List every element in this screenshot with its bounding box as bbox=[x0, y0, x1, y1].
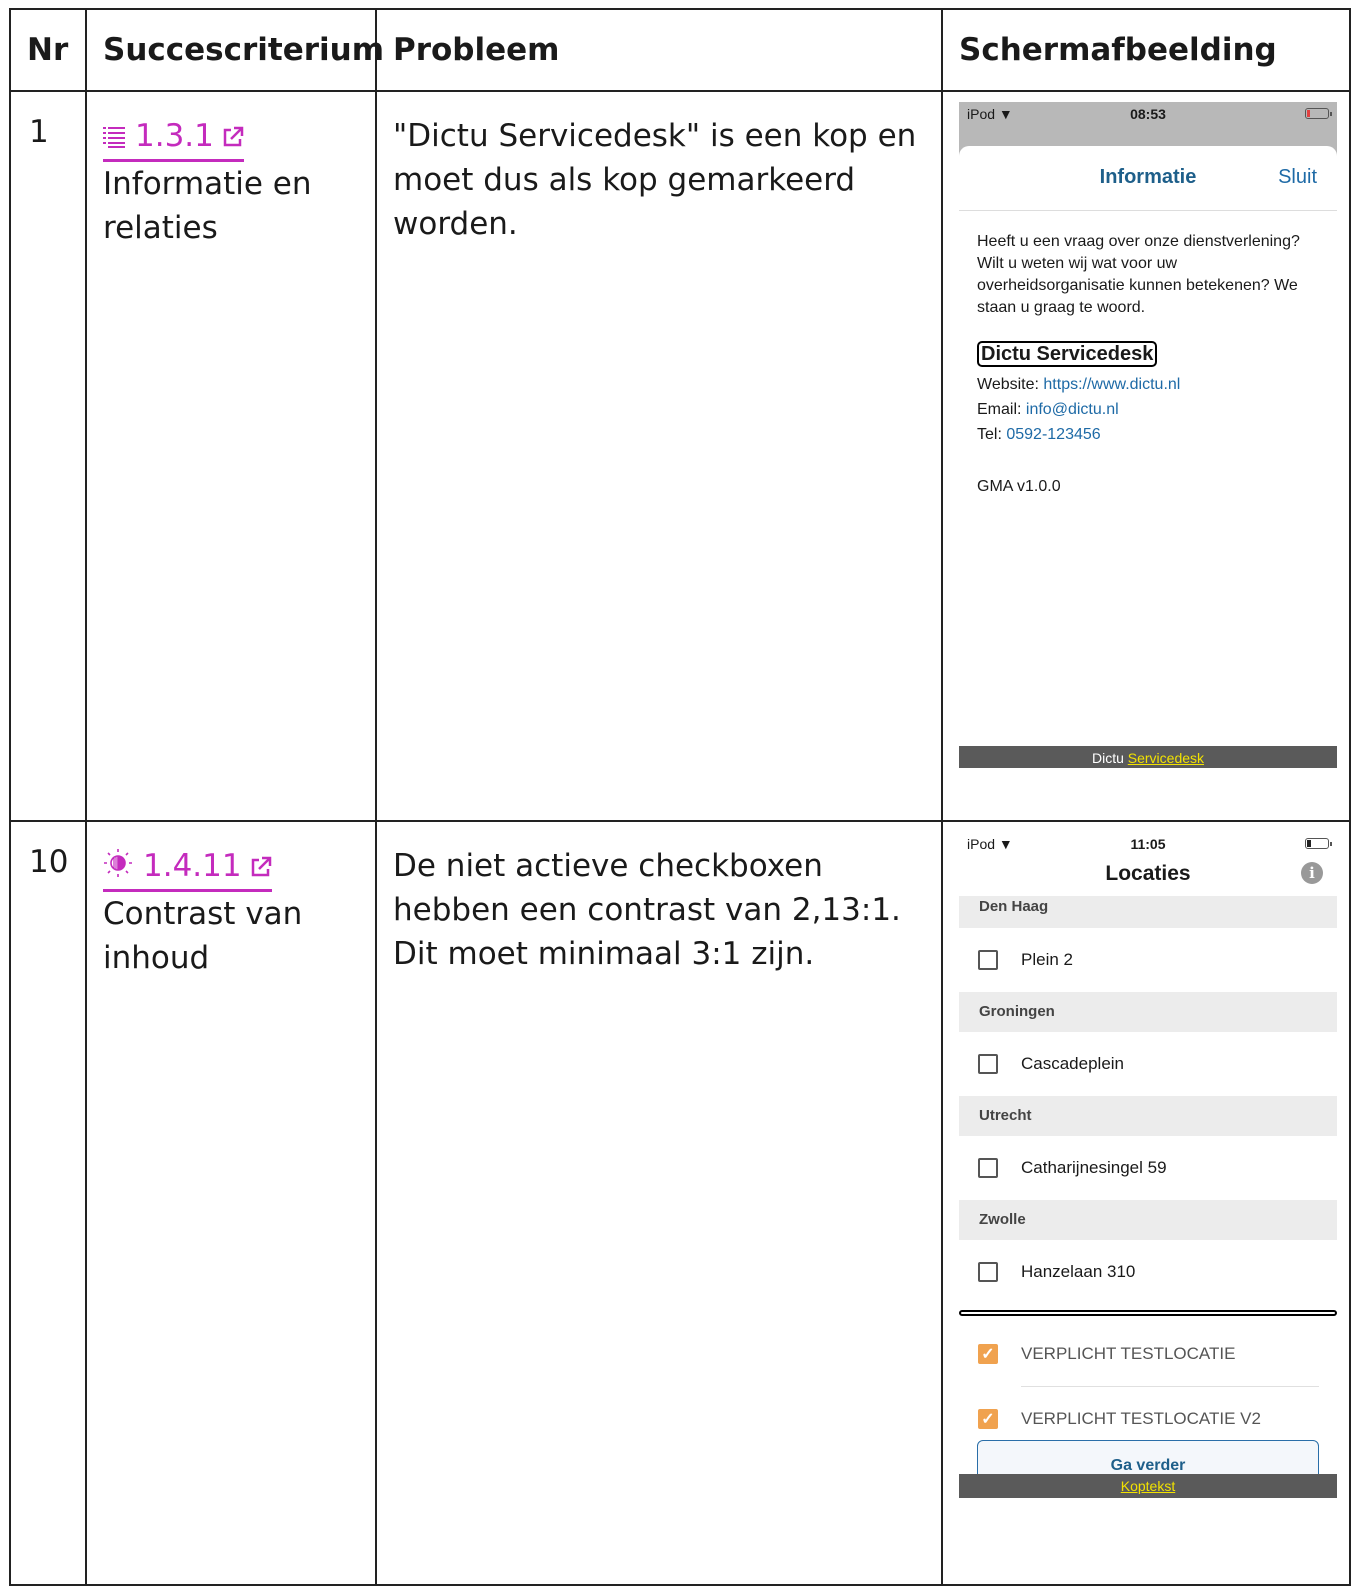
external-link-icon bbox=[250, 849, 272, 887]
intro-text: Heeft u een vraag over onze dienstverlen… bbox=[977, 233, 1300, 316]
battery-icon bbox=[1305, 108, 1332, 119]
section-header: Den Haag bbox=[959, 896, 1337, 928]
phone-screenshot-locations: iPod ▼ 11:05 Locaties i Den Haag Plein 2… bbox=[959, 832, 1337, 1522]
list-item[interactable]: Catharijnesingel 59 bbox=[959, 1136, 1337, 1200]
status-time: 08:53 bbox=[1130, 106, 1166, 122]
criterion-link[interactable]: 1.4.11 bbox=[103, 847, 272, 892]
tel-link[interactable]: 0592-123456 bbox=[1006, 426, 1100, 443]
header-problem: Probleem bbox=[375, 8, 943, 92]
row-number: 10 bbox=[9, 820, 87, 1586]
criterion-name: Contrast van inhoud bbox=[103, 896, 303, 976]
website-row: Website: https://www.dictu.nl bbox=[977, 376, 1181, 393]
phone-screenshot-info: iPod ▼ 08:53 Informatie Sluit Heeft u ee… bbox=[959, 102, 1337, 768]
criterion-code: 1.4.11 bbox=[143, 848, 242, 884]
screenshot-cell: iPod ▼ 08:53 Informatie Sluit Heeft u ee… bbox=[941, 90, 1351, 822]
footer-link[interactable]: Servicedesk bbox=[1128, 750, 1204, 766]
info-sheet: Informatie Sluit Heeft u een vraag over … bbox=[959, 146, 1337, 768]
list-item[interactable]: Plein 2 bbox=[959, 928, 1337, 992]
section-header: Groningen bbox=[959, 992, 1337, 1032]
sheet-header: Informatie Sluit bbox=[959, 146, 1337, 211]
close-button[interactable]: Sluit bbox=[1278, 166, 1317, 189]
footer-bar: Dictu Servicedesk bbox=[959, 746, 1337, 768]
row-number: 1 bbox=[9, 90, 87, 822]
checkbox[interactable] bbox=[978, 1158, 998, 1178]
contrast-icon bbox=[103, 848, 133, 887]
header-row: Nr Succescriterium Probleem Schermafbeel… bbox=[9, 8, 1351, 92]
tel-row: Tel: 0592-123456 bbox=[977, 426, 1101, 443]
battery-icon bbox=[1305, 838, 1332, 849]
section-header: Utrecht bbox=[959, 1096, 1337, 1136]
audit-table: Nr Succescriterium Probleem Schermafbeel… bbox=[9, 8, 1351, 1586]
header-nr: Nr bbox=[9, 8, 87, 92]
table-row: 1 1.3.1 Informatie en relaties "Dictu Se… bbox=[9, 90, 1351, 822]
checkbox-checked[interactable]: ✓ bbox=[978, 1409, 998, 1429]
list-item[interactable]: ✓ VERPLICHT TESTLOCATIE bbox=[959, 1322, 1337, 1386]
problem-text: "Dictu Servicedesk" is een kop en moet d… bbox=[375, 90, 943, 822]
focus-divider bbox=[959, 1310, 1337, 1316]
problem-text: De niet actieve checkboxen hebben een co… bbox=[375, 820, 943, 1586]
website-link[interactable]: https://www.dictu.nl bbox=[1043, 376, 1180, 393]
criterion-cell: 1.4.11 Contrast van inhoud bbox=[85, 820, 377, 1586]
info-icon[interactable]: i bbox=[1301, 862, 1323, 884]
criterion-cell: 1.3.1 Informatie en relaties bbox=[85, 90, 377, 822]
status-bar: iPod ▼ 08:53 bbox=[959, 102, 1337, 126]
version-label: GMA v1.0.0 bbox=[977, 478, 1061, 495]
screenshot-cell: iPod ▼ 11:05 Locaties i Den Haag Plein 2… bbox=[941, 820, 1351, 1586]
criterion-name: Informatie en relaties bbox=[103, 165, 312, 246]
email-row: Email: info@dictu.nl bbox=[977, 401, 1119, 418]
nav-title: Locaties bbox=[1105, 862, 1191, 885]
status-time: 11:05 bbox=[1130, 836, 1166, 852]
status-bar: iPod ▼ 11:05 bbox=[959, 832, 1337, 856]
servicedesk-heading: Dictu Servicedesk bbox=[977, 341, 1158, 367]
list-item[interactable]: Cascadeplein bbox=[959, 1032, 1337, 1096]
criterion-link[interactable]: 1.3.1 bbox=[103, 117, 244, 162]
email-link[interactable]: info@dictu.nl bbox=[1026, 401, 1119, 418]
checkbox[interactable] bbox=[978, 1054, 998, 1074]
checkbox-checked[interactable]: ✓ bbox=[978, 1344, 998, 1364]
checkbox[interactable] bbox=[978, 950, 998, 970]
footer-link[interactable]: Koptekst bbox=[1121, 1478, 1175, 1494]
table-row: 10 1.4.11 Contrast van inhoud De niet ac… bbox=[9, 820, 1351, 1586]
criterion-code: 1.3.1 bbox=[135, 118, 214, 154]
sheet-body: Heeft u een vraag over onze dienstverlen… bbox=[959, 211, 1337, 518]
external-link-icon bbox=[222, 119, 244, 157]
footer-bar: Koptekst bbox=[959, 1474, 1337, 1498]
list-icon bbox=[103, 119, 125, 157]
list-item[interactable]: Hanzelaan 310 bbox=[959, 1240, 1337, 1304]
header-screenshot: Schermafbeelding bbox=[941, 8, 1351, 92]
location-list: Den Haag Plein 2 Groningen Cascadeplein … bbox=[959, 896, 1337, 1451]
section-header: Zwolle bbox=[959, 1200, 1337, 1240]
header-criterion: Succescriterium bbox=[85, 8, 384, 92]
checkbox[interactable] bbox=[978, 1262, 998, 1282]
